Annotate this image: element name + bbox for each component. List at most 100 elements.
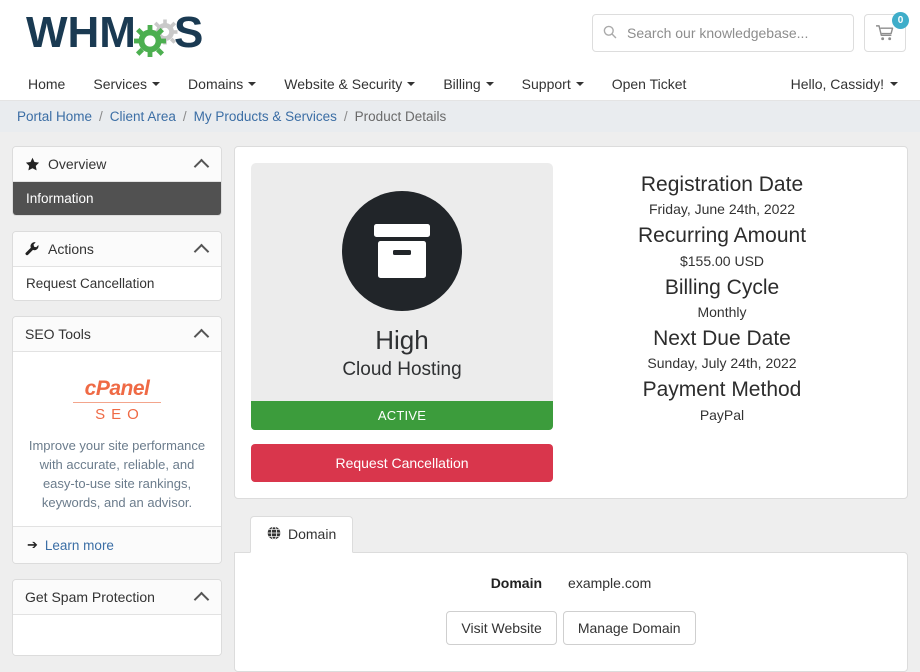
domain-tab-panel: Domain example.com Visit Website Manage … bbox=[234, 551, 908, 672]
domain-label: Domain bbox=[490, 574, 543, 591]
request-cancellation-button[interactable]: Request Cancellation bbox=[251, 443, 553, 482]
detail-value-next-due-date: Sunday, July 24th, 2022 bbox=[647, 355, 797, 372]
detail-label-next-due-date: Next Due Date bbox=[653, 327, 791, 351]
nav-item-home[interactable]: Home bbox=[20, 76, 79, 92]
sidebar-panel-spam-protection-title: Get Spam Protection bbox=[25, 589, 155, 606]
sidebar-panel-overview: Overview Information bbox=[12, 146, 222, 216]
breadcrumb-separator: / bbox=[343, 109, 348, 124]
chevron-up-icon[interactable] bbox=[193, 243, 210, 259]
detail-value-registration-date: Friday, June 24th, 2022 bbox=[648, 201, 796, 218]
cart-button[interactable]: 0 bbox=[864, 12, 909, 52]
sidebar-panel-actions-title: Actions bbox=[48, 241, 94, 257]
nav-item-services[interactable]: Services bbox=[79, 76, 174, 92]
sidebar-panel-spam-protection: Get Spam Protection bbox=[12, 579, 222, 657]
breadcrumb-client-area[interactable]: Client Area bbox=[110, 109, 176, 124]
nav-item-label: Website & Security bbox=[284, 75, 403, 92]
breadcrumb-portal-home[interactable]: Portal Home bbox=[17, 109, 92, 124]
nav-item-label: Billing bbox=[443, 75, 481, 92]
product-details-column: Registration Date Friday, June 24th, 202… bbox=[553, 163, 891, 482]
learn-more-link[interactable]: ➔ Learn more bbox=[27, 537, 114, 553]
tab-domain[interactable]: Domain bbox=[250, 515, 354, 553]
breadcrumb: Portal Home / Client Area / My Products … bbox=[0, 101, 920, 132]
sidebar-panel-spam-protection-header[interactable]: Get Spam Protection bbox=[13, 580, 221, 616]
main-content: High Cloud Hosting ACTIVE Request Cancel… bbox=[234, 146, 908, 672]
seo-tools-footer: ➔ Learn more bbox=[13, 526, 221, 564]
search-icon bbox=[603, 25, 617, 42]
sidebar-panel-overview-title: Overview bbox=[48, 156, 107, 172]
nav-item-billing[interactable]: Billing bbox=[429, 76, 507, 92]
chevron-down-icon bbox=[575, 81, 584, 86]
product-tile: High Cloud Hosting bbox=[251, 163, 553, 401]
chevron-down-icon bbox=[152, 81, 161, 86]
sidebar-item-information[interactable]: Information bbox=[13, 182, 221, 215]
sidebar-panel-actions: Actions Request Cancellation bbox=[12, 231, 222, 301]
product-icon-circle bbox=[342, 191, 462, 311]
nav-item-label: Services bbox=[93, 75, 148, 92]
product-details-panel: High Cloud Hosting ACTIVE Request Cancel… bbox=[234, 146, 908, 499]
user-menu-label: Hello, Cassidy! bbox=[790, 75, 884, 92]
chevron-up-icon[interactable] bbox=[193, 328, 210, 344]
cpanel-logo-rule bbox=[73, 402, 161, 403]
star-icon bbox=[25, 157, 40, 172]
status-badge: ACTIVE bbox=[251, 400, 553, 430]
user-menu[interactable]: Hello, Cassidy! bbox=[791, 76, 898, 92]
spam-protection-body bbox=[13, 615, 221, 656]
breadcrumb-separator: / bbox=[99, 109, 103, 124]
seo-tools-body: cPanel SEO Improve your site performance… bbox=[13, 352, 221, 527]
manage-domain-button[interactable]: Manage Domain bbox=[562, 610, 696, 645]
product-name: High bbox=[375, 325, 429, 355]
nav-item-domains[interactable]: Domains bbox=[174, 76, 270, 92]
whmcs-logo[interactable]: WHM S bbox=[18, 6, 219, 62]
cpanel-seo-logo: cPanel SEO bbox=[71, 378, 163, 423]
nav-item-website-security[interactable]: Website & Security bbox=[270, 76, 429, 92]
visit-website-button[interactable]: Visit Website bbox=[446, 610, 557, 645]
sidebar-panel-overview-header[interactable]: Overview bbox=[13, 147, 221, 182]
seo-tools-description: Improve your site performance with accur… bbox=[28, 438, 206, 510]
page-layout: Overview Information Actions Request Can… bbox=[0, 132, 920, 672]
breadcrumb-current: Product Details bbox=[354, 109, 447, 124]
search-box[interactable] bbox=[592, 14, 854, 52]
breadcrumb-my-products-services[interactable]: My Products & Services bbox=[194, 109, 337, 124]
chevron-down-icon bbox=[248, 81, 257, 86]
detail-label-registration-date: Registration Date bbox=[640, 173, 804, 196]
cpanel-seo-text: SEO bbox=[95, 406, 145, 423]
sidebar-item-request-cancellation[interactable]: Request Cancellation bbox=[13, 267, 221, 300]
svg-text:S: S bbox=[174, 10, 203, 57]
chevron-up-icon[interactable] bbox=[193, 591, 210, 608]
header-utilities: 0 bbox=[592, 12, 909, 52]
site-header: WHM S Search our knowledgebase... 0 bbox=[0, 0, 920, 67]
sidebar: Overview Information Actions Request Can… bbox=[12, 146, 222, 671]
sidebar-panel-actions-header[interactable]: Actions bbox=[13, 232, 221, 267]
detail-value-recurring-amount: $155.00 USD bbox=[679, 252, 765, 269]
arrow-right-icon: ➔ bbox=[27, 537, 38, 553]
domain-row: Domain example.com bbox=[251, 575, 891, 591]
whmcs-logo-icon: WHM S bbox=[26, 10, 203, 57]
nav-item-open-ticket[interactable]: Open Ticket bbox=[598, 76, 701, 92]
detail-label-billing-cycle: Billing Cycle bbox=[664, 275, 780, 299]
sidebar-item-label: Information bbox=[26, 191, 94, 206]
wrench-icon bbox=[25, 241, 40, 257]
cpanel-wordmark: cPanel bbox=[84, 377, 150, 400]
detail-value-billing-cycle: Monthly bbox=[697, 304, 747, 321]
shopping-cart-icon bbox=[875, 25, 893, 41]
nav-item-label: Domains bbox=[188, 75, 244, 92]
sidebar-item-label: Request Cancellation bbox=[26, 276, 155, 291]
nav-item-label: Support bbox=[521, 75, 571, 92]
sidebar-panel-seo-tools-title: SEO Tools bbox=[25, 326, 91, 342]
domain-actions: Visit Website Manage Domain bbox=[251, 610, 891, 645]
search-input[interactable] bbox=[625, 24, 843, 42]
sidebar-panel-seo-tools-header[interactable]: SEO Tools bbox=[13, 317, 221, 352]
nav-item-support[interactable]: Support bbox=[508, 76, 598, 92]
breadcrumb-separator: / bbox=[182, 109, 187, 124]
nav-item-label: Home bbox=[28, 75, 66, 92]
detail-label-recurring-amount: Recurring Amount bbox=[637, 224, 807, 248]
chevron-down-icon bbox=[485, 81, 494, 86]
chevron-down-icon bbox=[407, 81, 416, 86]
tab-strip: Domain bbox=[234, 515, 908, 553]
chevron-down-icon bbox=[890, 81, 898, 86]
sidebar-panel-seo-tools: SEO Tools cPanel SEO Improve your site p… bbox=[12, 316, 222, 565]
learn-more-label: Learn more bbox=[44, 537, 114, 553]
svg-text:WHM: WHM bbox=[26, 10, 136, 57]
chevron-up-icon[interactable] bbox=[193, 158, 210, 174]
detail-label-payment-method: Payment Method bbox=[642, 378, 802, 402]
